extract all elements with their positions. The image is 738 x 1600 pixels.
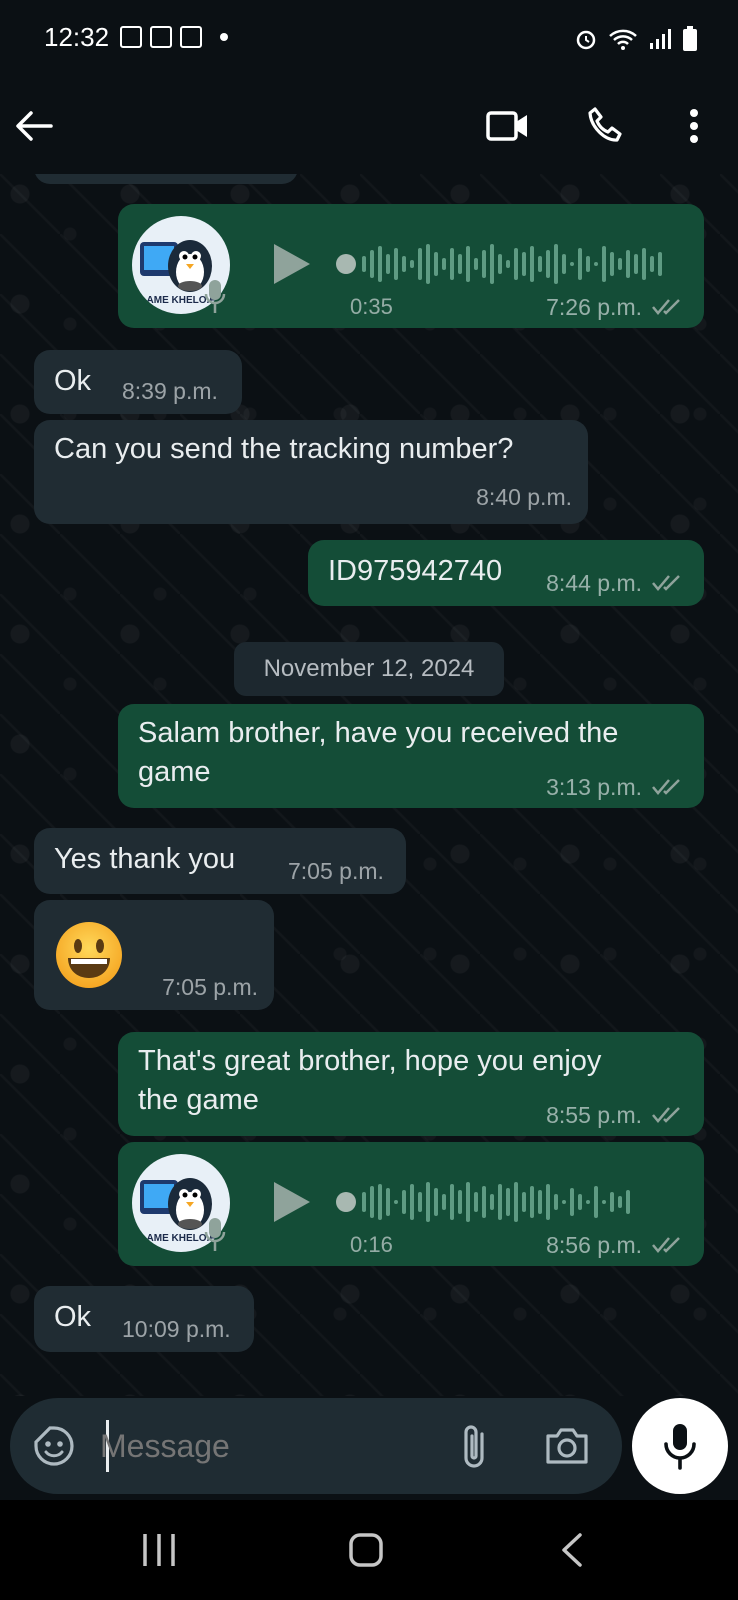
message-time: 7:26 p.m. [546,294,642,320]
calendar-notification-icon [150,26,172,48]
video-camera-icon [486,111,527,141]
message-time: 8:55 p.m. [546,1102,642,1128]
message-text-line-1: That's great brother, hope you enjoy [138,1045,602,1077]
message-text: Can you send the tracking number? [54,433,514,465]
attach-paperclip-icon[interactable] [460,1422,490,1470]
gallery-notification-icon [120,26,142,48]
back-arrow-icon [16,111,53,141]
outgoing-message[interactable]: That's great brother, hope you enjoy the… [118,1032,704,1136]
notification-icons [120,26,228,48]
message-text-line-2: the game [138,1084,259,1116]
message-text: ID975942740 [328,555,503,587]
message-composer [10,1398,622,1494]
message-time: 8:56 p.m. [546,1232,642,1258]
signal-icon [650,29,671,49]
more-notifications-dot-icon [220,33,228,41]
read-ticks-icon [652,779,680,795]
voice-message[interactable]: AME KHELO.F 0:16 8:56 p.m. [118,1142,704,1266]
status-bar: 12:32 [0,0,738,78]
battery-icon [683,26,697,51]
video-call-button[interactable] [480,98,536,154]
message-time: 7:05 p.m. [288,858,384,884]
message-text: Yes thank you [54,843,236,875]
system-icons [574,26,698,52]
system-navigation-bar [0,1500,738,1600]
wifi-icon [609,29,637,50]
read-ticks-icon [652,1107,680,1123]
play-icon[interactable] [274,1182,310,1222]
mic-badge-icon [204,280,226,313]
sticker-emoji-icon[interactable] [32,1424,76,1468]
date-divider: November 12, 2024 [234,642,504,696]
message-time: 8:44 p.m. [546,570,642,596]
chat-messages[interactable]: AME KHELO.F 0:35 7:26 p.m. Ok 8:39 p.m. … [0,174,738,1396]
message-text-line-1: Salam brother, have you received the [138,717,619,749]
message-text: Ok [54,1301,92,1333]
voice-message[interactable]: AME KHELO.F 0:35 7:26 p.m. [118,204,704,328]
alarm-icon [576,30,596,50]
message-time: 7:05 p.m. [162,974,258,1000]
grinning-face-emoji-icon [56,922,122,988]
message-time: 3:13 p.m. [546,774,642,800]
message-time: 8:40 p.m. [476,484,572,510]
outgoing-message[interactable]: Salam brother, have you received the gam… [118,704,704,808]
voice-duration: 0:35 [350,294,393,319]
voice-call-button[interactable] [578,98,634,154]
more-options-button[interactable] [666,98,722,154]
microphone-icon [664,1424,696,1470]
mic-badge-icon [204,1218,226,1251]
phone-icon [588,107,622,142]
message-text: Ok [54,365,92,397]
incoming-message[interactable]: 7:05 p.m. [34,900,274,1010]
chat-header [0,78,738,174]
message-time: 8:39 p.m. [122,378,218,404]
previous-message-partial [34,174,298,184]
recent-apps-icon[interactable] [142,1532,176,1568]
phone-notification-icon [180,26,202,48]
incoming-message[interactable]: Yes thank you 7:05 p.m. [34,828,406,894]
message-text-line-2: game [138,756,211,788]
camera-icon[interactable] [544,1426,590,1466]
waveform[interactable] [336,242,676,286]
status-time: 12:32 [44,22,110,52]
message-time: 10:09 p.m. [122,1316,231,1342]
home-icon[interactable] [348,1532,384,1568]
incoming-message[interactable]: Can you send the tracking number? 8:40 p… [34,420,588,524]
read-ticks-icon [652,575,680,591]
read-ticks-icon [652,1237,680,1253]
incoming-message[interactable]: Ok 10:09 p.m. [34,1286,254,1352]
play-icon[interactable] [274,244,310,284]
message-input[interactable] [100,1420,440,1472]
read-ticks-icon [652,299,680,315]
voice-record-button[interactable] [632,1398,728,1494]
back-button[interactable] [6,98,62,154]
more-vertical-icon [690,109,698,143]
voice-duration: 0:16 [350,1232,393,1257]
back-nav-icon[interactable] [560,1532,584,1568]
incoming-message[interactable]: Ok 8:39 p.m. [34,350,242,414]
outgoing-message[interactable]: ID975942740 8:44 p.m. [308,540,704,606]
waveform[interactable] [336,1180,676,1224]
